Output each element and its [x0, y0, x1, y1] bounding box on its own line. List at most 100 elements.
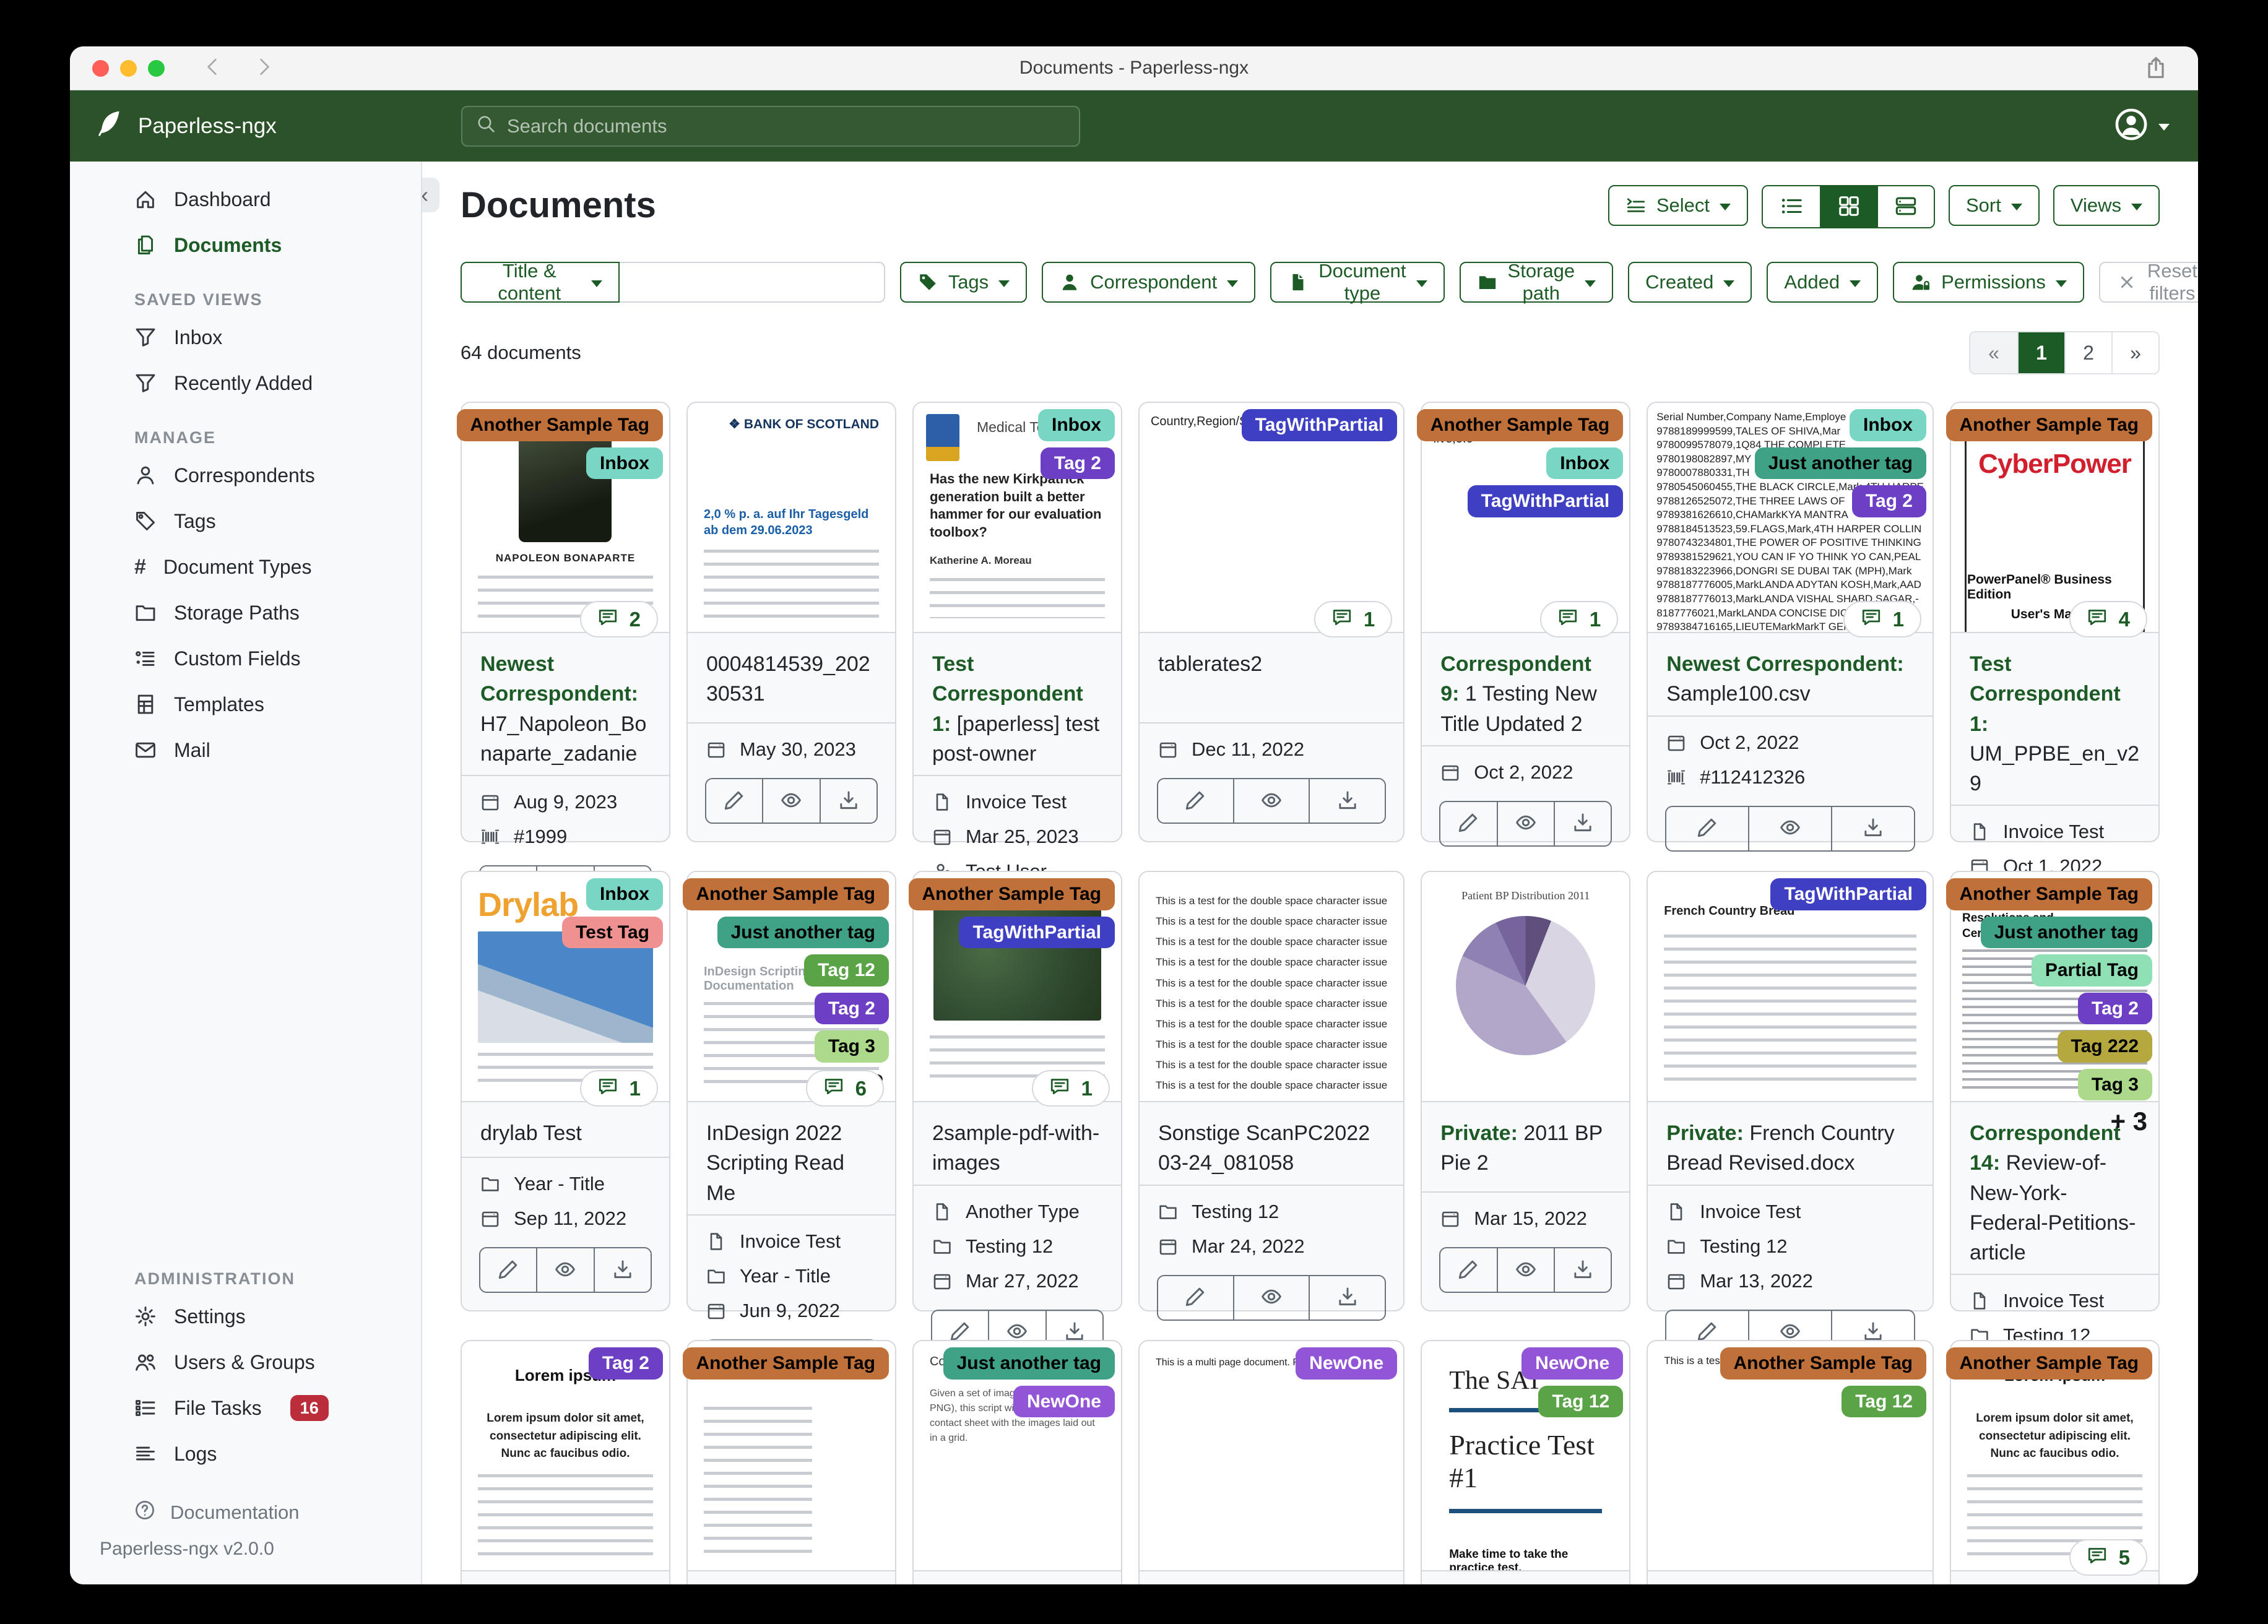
document-card[interactable]: Country,Region/State," TagWithPartial 1 tab…	[1138, 402, 1405, 842]
tag-tag-3[interactable]: Tag 3	[2077, 1068, 2152, 1100]
view-mode-list-button[interactable]	[1763, 186, 1820, 227]
tag-test-tag[interactable]: Test Tag	[562, 916, 663, 948]
reset-filters-button[interactable]: Reset filters	[2098, 260, 2198, 304]
download-button[interactable]	[1553, 801, 1611, 845]
document-card[interactable]: This is a test Another Sample Tag Tag 12	[1647, 1340, 1934, 1584]
document-card[interactable]: Patient BP Distribution 2011 Private: 201…	[1421, 871, 1631, 1311]
edit-button[interactable]	[1158, 779, 1233, 823]
select-button[interactable]: Select	[1608, 185, 1748, 226]
correspondent-prefix[interactable]: Test Correspondent 1:	[1970, 652, 2121, 736]
filter-permissions-button[interactable]: Permissions	[1893, 262, 2084, 303]
document-card[interactable]: Lorem ipsumLorem ipsum dolor sit amet, c…	[1946, 1340, 2160, 1584]
tag-tag-2[interactable]: Tag 2	[2077, 992, 2152, 1024]
filter-document-type-button[interactable]: Document type	[1270, 260, 1445, 304]
document-card[interactable]: Drylab Inbox Test Tag 1 drylab Test Year - Ti…	[461, 871, 670, 1311]
document-card[interactable]: CyberPower PowerPanel® Business Edition Us…	[1946, 402, 2160, 941]
document-card[interactable]: NAPOLEON BONAPARTE Another Sample Tag Inbo…	[456, 402, 670, 912]
sidebar-item-correspondents[interactable]: Correspondents	[70, 452, 421, 498]
document-card[interactable]: ❖ BANK OF SCOTLAND 2,0 % p. a. auf Ihr Ta…	[686, 402, 896, 842]
edit-button[interactable]	[1666, 807, 1748, 850]
sidebar-item-templates[interactable]: Templates	[70, 681, 421, 727]
document-card[interactable]: Another Sample Tag TagWithPartial 1 2sample…	[908, 871, 1122, 1355]
tag-inbox[interactable]: Inbox	[586, 447, 663, 479]
download-button[interactable]	[593, 1248, 651, 1292]
tag-another-sample-tag[interactable]: Another Sample Tag	[1946, 409, 2152, 441]
pagination-page-2[interactable]: 2	[2064, 332, 2111, 373]
document-card[interactable]: This is a multi page document. Page 1. Ne…	[1138, 1340, 1405, 1584]
tag-tag-222[interactable]: Tag 222	[2057, 1030, 2152, 1063]
tag-just-another-tag[interactable]: Just another tag	[1980, 916, 2152, 948]
document-card[interactable]: This is a test for the double space char…	[1138, 871, 1405, 1321]
tag-tag-2[interactable]: Tag 2	[1851, 485, 1926, 517]
tag-another-sample-tag[interactable]: Another Sample Tag	[682, 878, 889, 910]
tag-inbox[interactable]: Inbox	[1850, 409, 1926, 441]
tag-just-another-tag[interactable]: Just another tag	[943, 1347, 1115, 1380]
pagination-next-button[interactable]: »	[2111, 332, 2158, 373]
preview-button[interactable]	[1748, 806, 1831, 850]
sidebar-item-tags[interactable]: Tags	[70, 498, 421, 544]
browser-forward-icon[interactable]	[254, 56, 275, 80]
document-card[interactable]: Test NameAnother Sample Tag	[682, 1340, 896, 1584]
edit-button[interactable]	[1440, 802, 1496, 845]
sidebar-item-logs[interactable]: Logs	[70, 1431, 421, 1477]
document-card[interactable]: The SAT Practice Test #1 Make time to take…	[1421, 1340, 1631, 1584]
document-card[interactable]: Lorem ipsumLorem ipsum dolor sit amet, c…	[461, 1340, 670, 1584]
tag-tagwithpartial[interactable]: TagWithPartial	[1467, 485, 1624, 517]
download-button[interactable]	[1309, 779, 1385, 823]
tag-another-sample-tag[interactable]: Another Sample Tag	[1946, 1347, 2152, 1380]
tag-partial-tag[interactable]: Partial Tag	[2031, 954, 2152, 987]
sidebar-item-custom-fields[interactable]: Custom Fields	[70, 636, 421, 681]
download-button[interactable]	[1831, 806, 1914, 850]
tag-tag-2[interactable]: Tag 2	[814, 992, 889, 1024]
sidebar-item-inbox[interactable]: Inbox	[70, 314, 421, 360]
preview-button[interactable]	[536, 1248, 593, 1292]
sidebar-item-documents[interactable]: Documents	[70, 222, 421, 268]
tag-another-sample-tag[interactable]: Another Sample Tag	[682, 1347, 889, 1380]
brand-logo[interactable]: Paperless-ngx	[95, 108, 277, 144]
views-button[interactable]: Views	[2053, 185, 2160, 226]
filter-title-content-button[interactable]: Title & content	[461, 260, 620, 304]
sidebar-item-document-types[interactable]: # Document Types	[70, 544, 421, 590]
tag-newone[interactable]: NewOne	[1013, 1385, 1115, 1417]
collapse-sidebar-button[interactable]: «	[422, 178, 439, 212]
sidebar-item-storage-paths[interactable]: Storage Paths	[70, 590, 421, 636]
tag-another-sample-tag[interactable]: Another Sample Tag	[1416, 409, 1624, 441]
sidebar-item-file-tasks[interactable]: File Tasks 16	[70, 1385, 421, 1431]
search-input[interactable]: Search documents	[461, 105, 1080, 147]
sidebar-item-settings[interactable]: Settings	[70, 1294, 421, 1339]
tag-tagwithpartial[interactable]: TagWithPartial	[959, 916, 1115, 948]
correspondent-prefix[interactable]: Test Correspondent 1:	[932, 652, 1083, 736]
edit-button[interactable]	[706, 779, 762, 823]
sidebar-item-dashboard[interactable]: Dashboard	[70, 176, 421, 222]
tag-tag-12[interactable]: Tag 12	[804, 954, 889, 987]
documentation-link[interactable]: Documentation	[70, 1493, 421, 1532]
correspondent-prefix[interactable]: Newest Correspondent:	[1666, 652, 1904, 676]
browser-back-icon[interactable]	[202, 56, 223, 80]
sidebar-item-mail[interactable]: Mail	[70, 727, 421, 773]
tag-another-sample-tag[interactable]: Another Sample Tag	[1720, 1347, 1926, 1380]
tag-tag-2[interactable]: Tag 2	[1040, 447, 1115, 479]
sidebar-item-users-groups[interactable]: Users & Groups	[70, 1339, 421, 1385]
tag-tag-12[interactable]: Tag 12	[1842, 1385, 1926, 1417]
filter-added-button[interactable]: Added	[1767, 262, 1879, 303]
pagination-page-1[interactable]: 1	[2017, 332, 2064, 373]
filter-tags-button[interactable]: Tags	[899, 262, 1028, 303]
view-mode-grid-button[interactable]	[1820, 186, 1877, 227]
tag-inbox[interactable]: Inbox	[586, 878, 663, 910]
document-card[interactable]: French Country Bread TagWithPartial Privat…	[1647, 871, 1934, 1355]
filter-created-button[interactable]: Created	[1628, 262, 1752, 303]
preview-button[interactable]	[1232, 1276, 1309, 1320]
correspondent-prefix[interactable]: Newest Correspondent:	[480, 652, 638, 706]
tag-tagwithpartial[interactable]: TagWithPartial	[1770, 878, 1926, 910]
tag-tag-3[interactable]: Tag 3	[814, 1030, 889, 1063]
tag-another-sample-tag[interactable]: Another Sample Tag	[908, 878, 1115, 910]
sort-button[interactable]: Sort	[1949, 185, 2040, 226]
download-button[interactable]	[1553, 1248, 1611, 1292]
tag-another-sample-tag[interactable]: Another Sample Tag	[456, 409, 663, 441]
tag-inbox[interactable]: Inbox	[1037, 409, 1115, 441]
document-card[interactable]: Serial Number,Company Name,Employe 97881…	[1647, 402, 1934, 852]
document-card[interactable]: InDesign Scripting Documentation Another …	[682, 871, 896, 1385]
correspondent-prefix[interactable]: Correspondent 9:	[1440, 652, 1591, 706]
tag-tagwithpartial[interactable]: TagWithPartial	[1241, 409, 1398, 441]
tag-another-sample-tag[interactable]: Another Sample Tag	[1946, 878, 2152, 910]
